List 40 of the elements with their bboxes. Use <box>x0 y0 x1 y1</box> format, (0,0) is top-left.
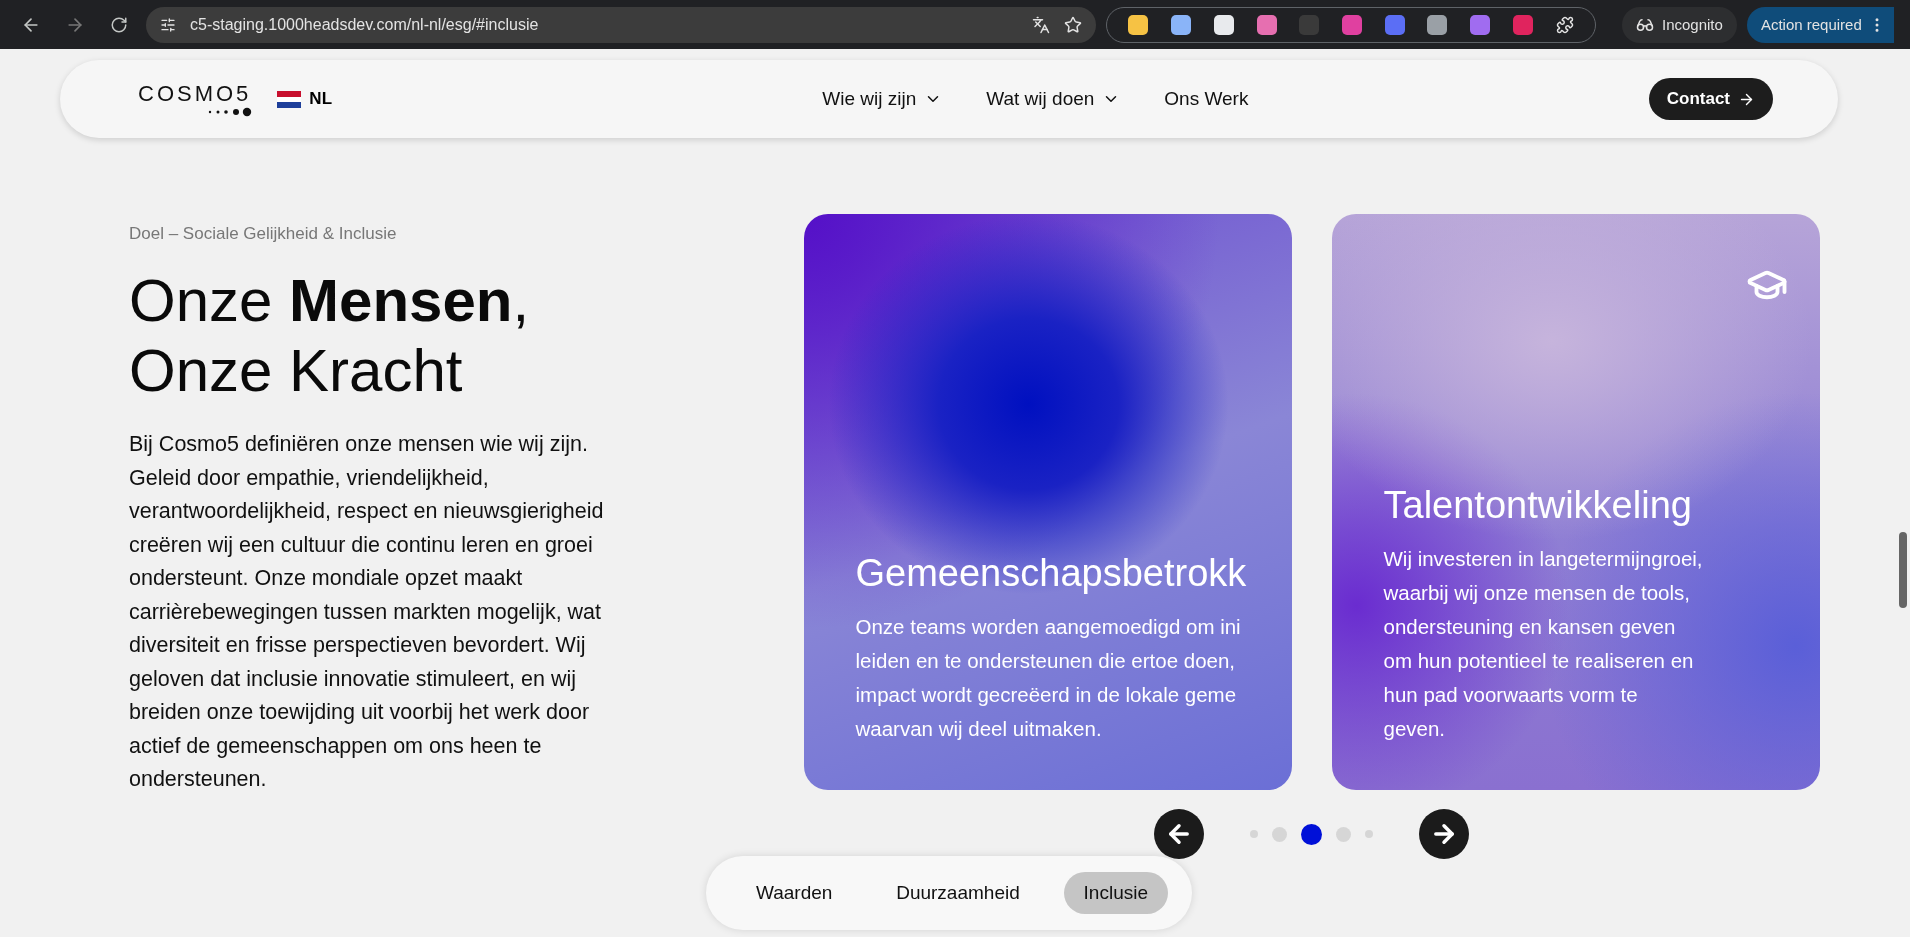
logo-text[interactable]: COSMO5 <box>138 81 252 107</box>
translate-icon[interactable] <box>1032 15 1050 34</box>
extension-icon[interactable] <box>1256 14 1277 35</box>
address-bar[interactable]: c5-staging.1000headsdev.com/nl-nl/esg/#inclusie <box>146 6 1096 43</box>
extensions-icon[interactable] <box>1555 15 1574 34</box>
page-heading: Onze Mensen, Onze Kracht <box>129 266 531 406</box>
section-tab[interactable]: Inclusie <box>1063 872 1168 914</box>
action-required-button[interactable]: Action required <box>1746 6 1894 43</box>
extension-icon[interactable] <box>1171 14 1192 35</box>
language-label[interactable]: NL <box>309 89 333 109</box>
card-title: Gemeenschapsbetrokk <box>855 551 1247 596</box>
carousel-dot[interactable] <box>1365 830 1373 838</box>
extension-icon[interactable] <box>1213 14 1234 35</box>
nav-link[interactable]: Wie wij zijn <box>822 88 943 110</box>
incognito-badge[interactable]: Incognito <box>1622 6 1737 43</box>
site-settings-icon[interactable] <box>160 16 176 33</box>
nav-link[interactable]: Wat wij doen <box>986 88 1121 110</box>
intro-paragraph: Bij Cosmo5 definiëren onze mensen wie wij zijn. Geleid door empathie, vriendelijkheid, verantwoordelijkheid, respect en nieuwsgierigheid creëren wij een cultuur die continu leren en groei ondersteunt. Onze mondiale opzet maakt carrièrebewegingen tussen markten mogelijk, wat diversiteit en frisse perspectieven bevordert. Wij geloven dat inclusie innovatie stimuleert, en wij breiden onze toewijding uit voorbij het werk door actief de gemeenschappen om ons heen te ondersteunen. <box>129 431 605 793</box>
flag-icon[interactable] <box>277 90 302 108</box>
card-title: Talentontwikkeling <box>1383 483 1692 528</box>
carousel-dot[interactable] <box>1250 830 1258 838</box>
section-tab[interactable]: Waarden <box>736 872 853 914</box>
carousel-dot[interactable] <box>1301 823 1322 845</box>
card-text: Onze teams worden aangemoedigd om ini leiden en te ondersteunen die ertoe doen, impact wordt gecreëerd in de lokale geme waarvan wij deel uitmaken. <box>855 614 1241 742</box>
reload-icon[interactable] <box>110 15 128 34</box>
previous-button[interactable] <box>1154 809 1204 859</box>
carousel-dot[interactable] <box>1336 826 1351 842</box>
section-tab[interactable]: Duurzaamheid <box>876 872 1040 914</box>
logo-dots-icon <box>207 107 254 117</box>
url-text: c5-staging.1000headsdev.com/nl-nl/esg/#inclusie <box>190 15 540 34</box>
card-text: Wij investeren in langetermijngroei, waarbij wij onze mensen de tools, ondersteuning en kansen geven om hun potentieel te realiseren en hun pad voorwaarts vorm te geven. <box>1383 546 1704 742</box>
nav-link[interactable]: Ons Werk <box>1164 88 1249 110</box>
bookmark-star-icon[interactable] <box>1064 15 1082 34</box>
carousel-dot[interactable] <box>1272 826 1287 842</box>
extension-icon[interactable] <box>1128 14 1149 35</box>
next-button[interactable] <box>1419 809 1469 859</box>
contact-button[interactable]: Contact <box>1648 78 1773 120</box>
eyebrow-text: Doel – Sociale Gelijkheid & Inclusie <box>129 224 398 244</box>
scrollbar-thumb[interactable] <box>1899 532 1907 608</box>
extension-icon[interactable] <box>1427 14 1448 35</box>
